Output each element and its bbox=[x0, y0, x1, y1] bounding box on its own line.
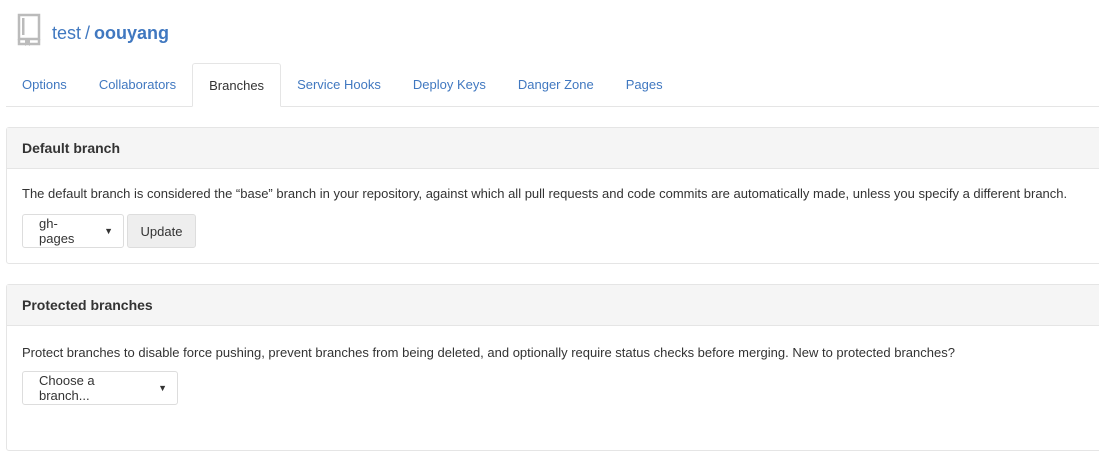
repo-separator: / bbox=[85, 22, 91, 43]
default-branch-select[interactable]: gh-pages ▼ bbox=[22, 214, 124, 248]
tab-collaborators[interactable]: Collaborators bbox=[83, 63, 192, 106]
repo-header: test / oouyang bbox=[16, 12, 169, 48]
repo-name-link[interactable]: oouyang bbox=[94, 23, 169, 43]
tab-danger-zone[interactable]: Danger Zone bbox=[502, 63, 610, 106]
caret-down-icon: ▼ bbox=[158, 383, 167, 393]
tab-branches[interactable]: Branches bbox=[192, 63, 282, 107]
caret-down-icon: ▼ bbox=[104, 226, 113, 236]
tab-options[interactable]: Options bbox=[6, 63, 83, 106]
tab-deploy-keys[interactable]: Deploy Keys bbox=[397, 63, 502, 106]
update-button[interactable]: Update bbox=[127, 214, 196, 248]
protected-branches-panel: Protected branches Protect branches to d… bbox=[6, 284, 1099, 451]
choose-branch-select[interactable]: Choose a branch... ▼ bbox=[22, 371, 178, 405]
settings-tabs: Options Collaborators Branches Service H… bbox=[6, 63, 1099, 107]
tab-pages[interactable]: Pages bbox=[610, 63, 679, 106]
repo-book-icon bbox=[16, 13, 42, 47]
default-branch-select-value: gh-pages bbox=[39, 216, 75, 246]
tab-service-hooks[interactable]: Service Hooks bbox=[281, 63, 397, 106]
repo-owner-link[interactable]: test bbox=[52, 23, 81, 43]
choose-branch-select-value: Choose a branch... bbox=[39, 373, 95, 403]
default-branch-description: The default branch is considered the “ba… bbox=[22, 186, 1068, 201]
default-branch-heading: Default branch bbox=[7, 128, 1099, 169]
protected-branches-heading: Protected branches bbox=[7, 285, 1099, 326]
repo-title: test / oouyang bbox=[52, 23, 169, 44]
default-branch-panel: Default branch The default branch is con… bbox=[6, 127, 1099, 264]
protected-branches-description: Protect branches to disable force pushin… bbox=[22, 345, 955, 360]
